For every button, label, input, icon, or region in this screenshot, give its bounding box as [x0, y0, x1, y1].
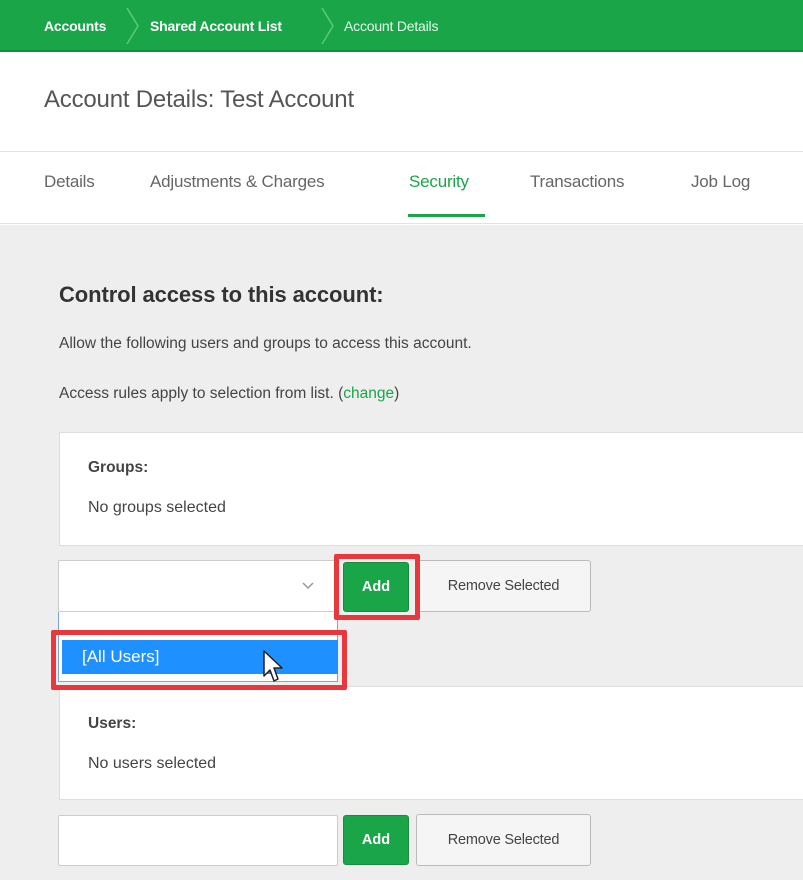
groups-panel: Groups: No groups selected	[59, 432, 803, 546]
groups-empty-text: No groups selected	[88, 499, 226, 516]
remove-selected-groups-button[interactable]: Remove Selected	[416, 560, 591, 612]
add-user-button[interactable]: Add	[343, 815, 409, 865]
breadcrumb: Accounts Shared Account List Account Det…	[0, 0, 803, 52]
page-header: Account Details: Test Account	[0, 52, 803, 152]
users-panel: Users: No users selected	[59, 686, 803, 800]
section-description: Allow the following users and groups to …	[59, 335, 472, 352]
breadcrumb-item-account-details: Account Details	[344, 18, 439, 34]
tab-bar: Details Adjustments & Charges Security T…	[0, 152, 803, 224]
chevron-right-icon	[126, 8, 139, 44]
tab-adjustments-charges[interactable]: Adjustments & Charges	[150, 172, 325, 192]
user-input[interactable]	[58, 815, 338, 866]
access-rules-text: Access rules apply to selection from lis…	[59, 385, 399, 403]
page-title: Account Details: Test Account	[44, 86, 354, 113]
tab-job-log[interactable]: Job Log	[691, 172, 750, 192]
chevron-right-icon	[321, 8, 334, 44]
access-rules-label: Access rules apply to selection from lis…	[59, 385, 344, 402]
groups-label: Groups:	[88, 459, 149, 476]
remove-selected-users-button[interactable]: Remove Selected	[416, 814, 591, 866]
change-link[interactable]: change	[343, 385, 394, 402]
section-title: Control access to this account:	[59, 282, 384, 307]
add-group-button[interactable]: Add	[343, 562, 409, 612]
breadcrumb-item-shared-account-list[interactable]: Shared Account List	[150, 0, 282, 52]
tab-security[interactable]: Security	[409, 172, 469, 192]
breadcrumb-item-accounts[interactable]: Accounts	[44, 0, 106, 52]
dropdown-option-all-users[interactable]: [All Users]	[62, 640, 338, 674]
tab-details[interactable]: Details	[44, 172, 95, 192]
chevron-down-icon	[302, 582, 314, 590]
active-tab-indicator	[408, 214, 485, 217]
group-select[interactable]	[58, 560, 338, 612]
users-empty-text: No users selected	[88, 755, 217, 772]
tab-transactions[interactable]: Transactions	[530, 172, 624, 192]
users-label: Users:	[88, 715, 137, 732]
mouse-pointer-icon	[263, 650, 283, 682]
access-rules-close: )	[394, 385, 400, 402]
